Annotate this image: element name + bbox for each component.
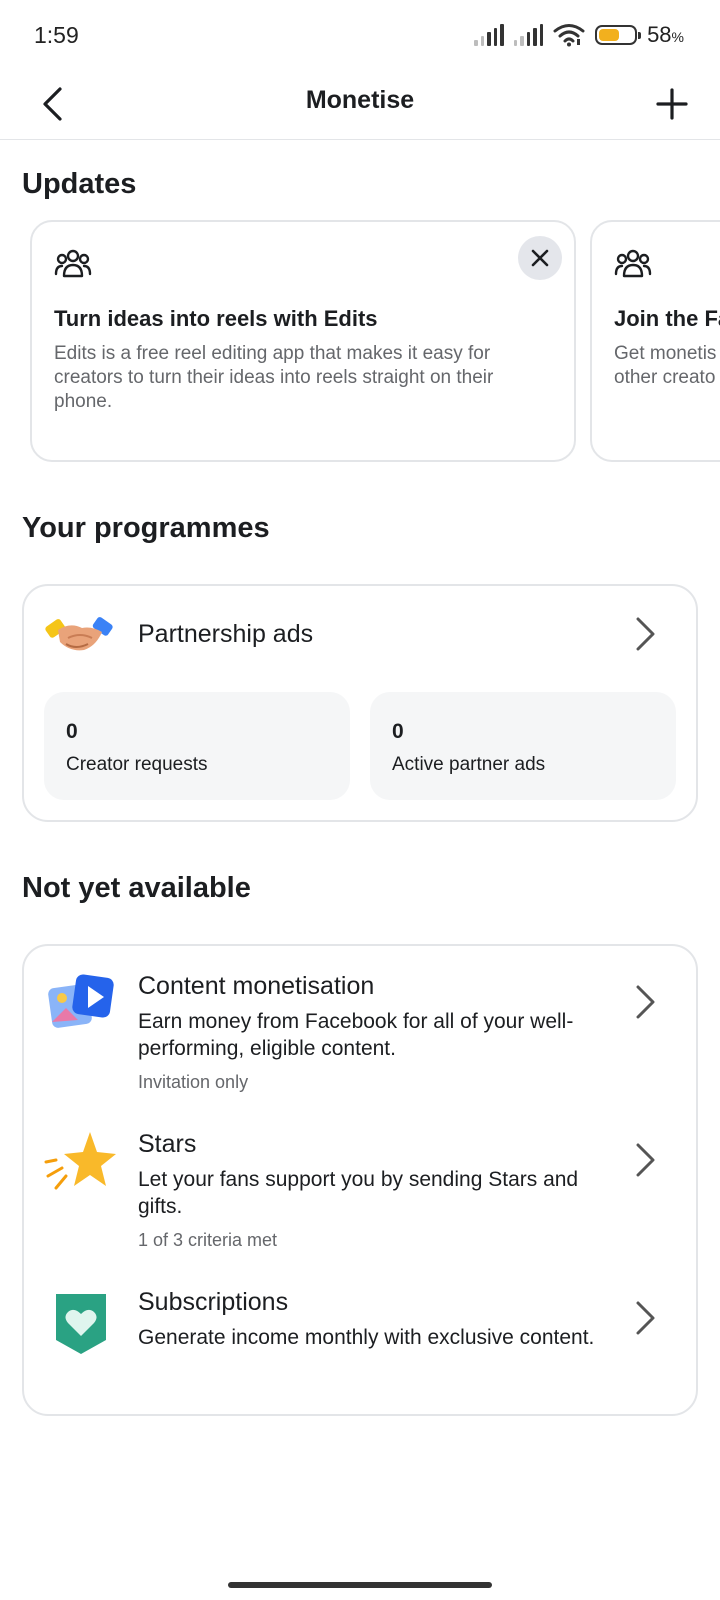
not-available-heading: Not yet available (22, 872, 251, 904)
update-card-body: Get monetis other creato (614, 343, 717, 388)
home-indicator[interactable] (228, 1582, 492, 1588)
stars-row[interactable]: Stars Let your fans support you by sendi… (24, 1130, 696, 1260)
update-card[interactable]: Join the Fa Get monetis other creato (590, 220, 720, 462)
content-monetisation-row[interactable]: Content monetisation Earn money from Fac… (24, 972, 696, 1102)
content-monetisation-desc: Earn money from Facebook for all of your… (138, 1010, 574, 1060)
updates-carousel[interactable]: Turn ideas into reels with Edits Edits i… (0, 220, 720, 462)
subscriptions-row[interactable]: Subscriptions Generate income monthly wi… (24, 1288, 696, 1398)
updates-heading: Updates (22, 168, 137, 200)
update-card-body: Edits is a free reel editing app that ma… (54, 343, 494, 412)
stat-label: Creator requests (66, 754, 208, 775)
active-partner-ads-stat[interactable]: 0 Active partner ads (370, 692, 676, 800)
plus-icon (656, 88, 688, 120)
stars-meta: 1 of 3 criteria met (138, 1230, 278, 1250)
status-icons: 58% (474, 22, 684, 48)
update-card-title: Join the Fa (614, 306, 720, 331)
status-bar: 1:59 58% (0, 0, 720, 70)
chevron-right-icon (636, 985, 655, 1019)
people-group-icon (54, 249, 92, 278)
battery-percent: 58% (647, 22, 684, 47)
add-button[interactable] (648, 80, 696, 128)
update-card[interactable]: Turn ideas into reels with Edits Edits i… (30, 220, 576, 462)
content-monetisation-title: Content monetisation (138, 972, 375, 1000)
close-icon (531, 249, 549, 267)
battery-icon (595, 25, 642, 45)
content-monetisation-meta: Invitation only (138, 1072, 249, 1092)
page-title: Monetise (305, 86, 415, 114)
stars-desc: Let your fans support you by sending Sta… (138, 1168, 579, 1218)
update-card-title: Turn ideas into reels with Edits (54, 306, 378, 331)
star-icon (44, 1132, 116, 1190)
media-play-icon (48, 974, 114, 1028)
status-time: 1:59 (34, 22, 79, 48)
subscriptions-desc: Generate income monthly with exclusive c… (138, 1326, 595, 1349)
dismiss-card-button[interactable] (518, 236, 562, 280)
top-app-bar: Monetise (0, 70, 720, 140)
chevron-right-icon (636, 617, 655, 651)
creator-requests-stat[interactable]: 0 Creator requests (44, 692, 350, 800)
chevron-right-icon (636, 1301, 655, 1335)
programmes-heading: Your programmes (22, 512, 270, 544)
people-group-icon (614, 249, 652, 278)
programme-card: Partnership ads 0 Creator requests 0 Act… (22, 584, 698, 822)
subscriptions-title: Subscriptions (138, 1288, 289, 1316)
stat-label: Active partner ads (392, 754, 546, 775)
chevron-right-icon (636, 1143, 655, 1177)
heart-shield-icon (56, 1294, 106, 1354)
signal-icon (474, 24, 504, 46)
partnership-ads-row[interactable]: Partnership ads (24, 586, 696, 686)
battery-fill (599, 29, 619, 41)
wifi-icon (553, 24, 585, 47)
stars-title: Stars (138, 1130, 197, 1158)
handshake-icon (45, 617, 113, 651)
partnership-ads-label: Partnership ads (138, 620, 314, 648)
not-available-card: Content monetisation Earn money from Fac… (22, 944, 698, 1416)
stat-value: 0 (392, 720, 404, 743)
signal-icon (513, 24, 544, 46)
stat-value: 0 (66, 720, 78, 743)
